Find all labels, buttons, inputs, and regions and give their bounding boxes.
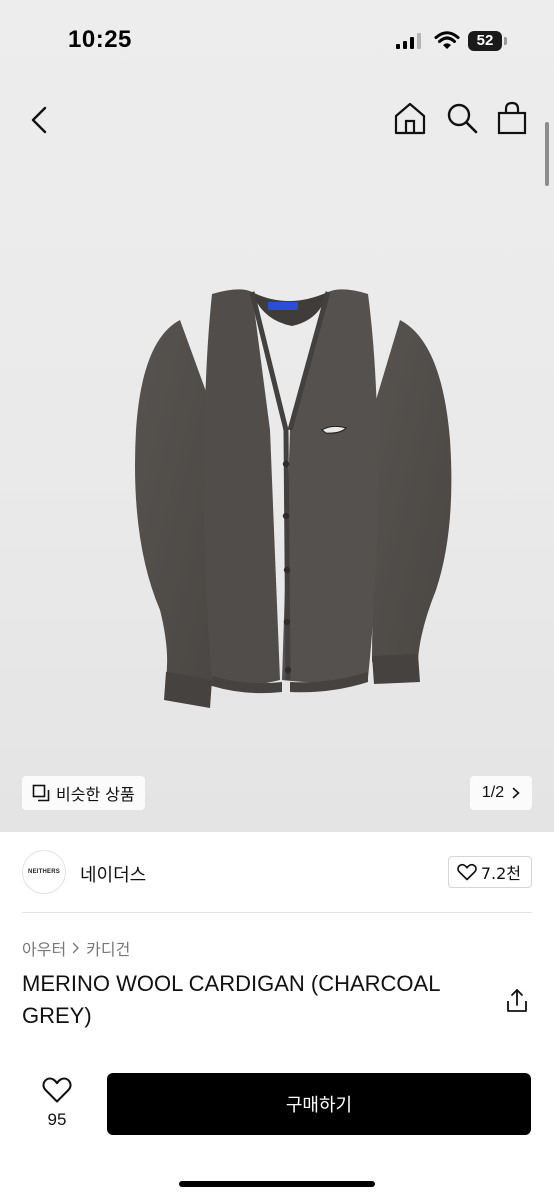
similar-products-label: 비슷한 상품 — [56, 785, 135, 804]
cellular-signal-icon — [396, 33, 421, 49]
copy-icon — [32, 784, 50, 802]
wifi-icon — [434, 31, 460, 49]
heart-icon — [456, 863, 477, 881]
home-indicator — [179, 1181, 375, 1187]
brand-logo[interactable]: NEITHERS — [22, 850, 66, 894]
product-gallery[interactable]: 10:25 52 비슷한 상품 1/2 — [0, 0, 554, 832]
status-time: 10:25 — [68, 26, 132, 53]
brand-logo-text: NEITHERS — [28, 869, 60, 875]
wishlist-button[interactable]: 95 — [36, 1072, 78, 1132]
share-icon[interactable] — [503, 986, 531, 1016]
shopping-bag-icon[interactable] — [494, 100, 530, 136]
status-bar: 10:25 52 — [0, 0, 554, 84]
chevron-left-icon[interactable] — [24, 102, 56, 138]
brand-like-count: 7.2천 — [480, 864, 521, 883]
similar-products-button[interactable]: 비슷한 상품 — [22, 776, 145, 810]
chevron-right-icon — [512, 787, 520, 799]
brand-row: NEITHERS 네이더스 7.2천 — [22, 848, 532, 896]
breadcrumb-item-outer[interactable]: 아우터 — [22, 936, 66, 960]
brand-name[interactable]: 네이더스 — [80, 861, 146, 887]
divider — [22, 912, 532, 913]
image-page-indicator[interactable]: 1/2 — [470, 776, 532, 810]
home-icon[interactable] — [392, 100, 428, 136]
buy-button[interactable]: 구매하기 — [107, 1073, 531, 1135]
product-image — [135, 289, 452, 708]
breadcrumb-item-cardigan[interactable]: 카디건 — [86, 936, 130, 960]
search-icon[interactable] — [444, 100, 480, 136]
scroll-indicator[interactable] — [545, 122, 549, 186]
battery-level: 52 — [468, 31, 502, 51]
breadcrumb: 아우터 카디건 — [22, 936, 130, 960]
page-indicator-text: 1/2 — [481, 784, 505, 801]
heart-icon — [42, 1077, 72, 1103]
brand-like-button[interactable]: 7.2천 — [447, 856, 532, 888]
battery-icon: 52 — [468, 31, 508, 51]
product-title: MERINO WOOL CARDIGAN (CHARCOAL GREY) — [22, 971, 440, 1028]
wishlist-count: 95 — [47, 1110, 67, 1129]
chevron-right-icon — [72, 942, 80, 954]
